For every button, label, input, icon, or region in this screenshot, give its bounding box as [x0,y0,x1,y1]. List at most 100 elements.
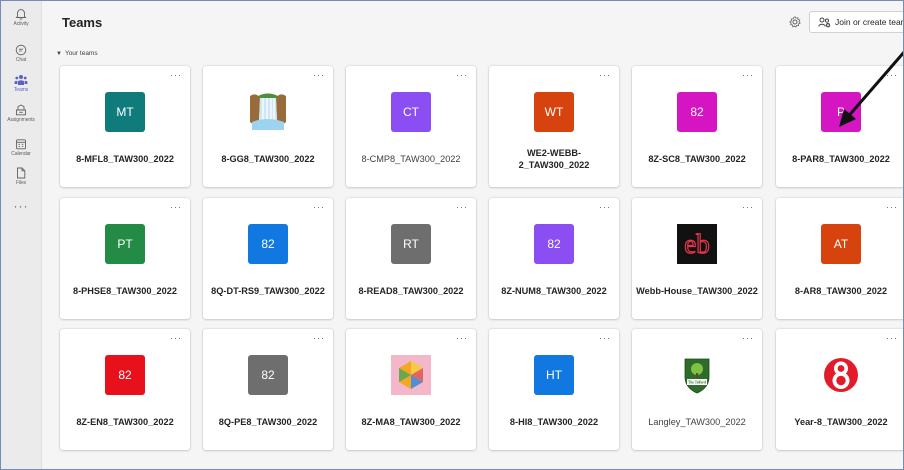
telford-crest: The Telford [677,355,717,395]
team-name: WE2-WEBB-2_TAW300_2022 [518,148,590,170]
team-card[interactable]: ··· Year-8_TAW300_2022 [776,329,903,450]
hexagon-picture [391,355,431,395]
team-name: 8Z-EN8_TAW300_2022 [76,417,174,427]
team-card[interactable]: ··· 82 8Q-DT-RS9_TAW300_2022 [203,198,333,319]
more-options-icon[interactable]: ··· [313,203,325,212]
rail-item-label: Files [15,180,27,186]
assignments-icon [1,104,41,116]
waterfall-picture [248,92,288,132]
more-options-icon[interactable]: ··· [742,334,754,343]
join-button-label: Join or create team [835,17,904,27]
join-or-create-team-button[interactable]: Join or create team [809,11,904,33]
more-options-icon[interactable]: ··· [599,334,611,343]
team-card[interactable]: ··· CT 8-CMP8_TAW300_2022 [346,66,476,187]
team-card[interactable]: ··· HT 8-HI8_TAW300_2022 [489,329,619,450]
team-card[interactable]: ··· AT 8-AR8_TAW300_2022 [776,198,903,319]
team-avatar: P [821,92,861,132]
rail-item-chat[interactable]: Chat [1,44,41,63]
rail-item-label: Chat [15,57,27,63]
team-name: 8-CMP8_TAW300_2022 [361,154,461,164]
more-options-icon[interactable]: ··· [456,71,468,80]
more-apps-button[interactable]: ··· [1,199,41,213]
rail-item-teams[interactable]: Teams [1,74,41,93]
rail-item-label: Activity [13,21,29,27]
more-options-icon[interactable]: ··· [742,71,754,80]
red-eight-logo [821,355,861,395]
teams-main: Teams Join or create team ▼ Your teams ··… [42,1,904,469]
more-options-icon[interactable]: ··· [170,203,182,212]
bell-icon [1,8,41,20]
team-name: Webb-House_TAW300_2022 [636,286,758,296]
team-name: 8-PAR8_TAW300_2022 [792,154,890,164]
team-card[interactable]: ··· 82 8Z-EN8_TAW300_2022 [60,329,190,450]
team-avatar: MT [105,92,145,132]
team-avatar: AT [821,224,861,264]
more-options-icon[interactable]: ··· [886,203,898,212]
team-avatar: WT [534,92,574,132]
more-options-icon[interactable]: ··· [313,334,325,343]
more-options-icon[interactable]: ··· [599,71,611,80]
more-options-icon[interactable]: ··· [886,71,898,80]
team-avatar: PT [105,224,145,264]
team-name: 8-AR8_TAW300_2022 [794,286,888,296]
team-card[interactable]: ··· P 8-PAR8_TAW300_2022 [776,66,903,187]
rail-item-assignments[interactable]: Assignments [1,104,41,123]
your-teams-toggle[interactable]: ▼ Your teams [56,50,98,57]
more-options-icon[interactable]: ··· [599,203,611,212]
team-name: 8-HI8_TAW300_2022 [509,417,599,427]
calendar-icon [1,138,41,150]
rail-item-label: Calendar [11,151,31,157]
team-card[interactable]: ··· The Telford Langley_TAW300_2022 [632,329,762,450]
rail-item-files[interactable]: Files [1,167,41,186]
page-title: Teams [62,15,103,30]
team-card[interactable]: ··· WT WE2-WEBB-2_TAW300_2022 [489,66,619,187]
rail-item-label: Assignments [7,117,35,123]
team-card[interactable]: ··· 82 8Z-SC8_TAW300_2022 [632,66,762,187]
more-options-icon[interactable]: ··· [170,71,182,80]
team-avatar: CT [391,92,431,132]
team-name: 8Q-PE8_TAW300_2022 [218,417,318,427]
section-label: Your teams [64,50,98,57]
eb-logo: eb [677,224,717,264]
team-card[interactable]: ··· 82 8Q-PE8_TAW300_2022 [203,329,333,450]
more-options-icon[interactable]: ··· [456,203,468,212]
svg-text:The Telford: The Telford [688,381,706,385]
team-name: 8Q-DT-RS9_TAW300_2022 [211,286,325,296]
gear-icon[interactable] [789,15,801,33]
file-icon [1,167,41,179]
team-name: 8Z-SC8_TAW300_2022 [648,154,746,164]
more-options-icon[interactable]: ··· [742,203,754,212]
team-card[interactable]: ··· PT 8-PHSE8_TAW300_2022 [60,198,190,319]
app-rail: Activity Chat Teams Assignments Calendar File… [1,1,42,469]
team-avatar: 82 [677,92,717,132]
team-name: Langley_TAW300_2022 [648,417,746,427]
team-card[interactable]: ··· 82 8Z-NUM8_TAW300_2022 [489,198,619,319]
team-card[interactable]: ··· eb Webb-House_TAW300_2022 [632,198,762,319]
chat-icon [1,44,41,56]
team-name: 8-GG8_TAW300_2022 [221,154,315,164]
teams-window: Activity Chat Teams Assignments Calendar File… [0,0,904,470]
team-avatar: 82 [248,224,288,264]
caret-down-icon: ▼ [56,51,62,57]
more-options-icon[interactable]: ··· [456,334,468,343]
more-options-icon[interactable]: ··· [313,71,325,80]
more-options-icon[interactable]: ··· [170,334,182,343]
team-card[interactable]: ··· 8-GG8_TAW300_2022 [203,66,333,187]
team-avatar: 82 [105,355,145,395]
svg-text:eb: eb [684,229,709,259]
more-options-icon[interactable]: ··· [886,334,898,343]
team-avatar: RT [391,224,431,264]
team-card[interactable]: ··· 8Z-MA8_TAW300_2022 [346,329,476,450]
team-card[interactable]: ··· MT 8-MFL8_TAW300_2022 [60,66,190,187]
header-bar: Teams Join or create team [42,1,904,43]
team-name: 8Z-MA8_TAW300_2022 [361,417,461,427]
rail-item-calendar[interactable]: Calendar [1,138,41,157]
rail-item-activity[interactable]: Activity [1,8,41,27]
team-card[interactable]: ··· RT 8-READ8_TAW300_2022 [346,198,476,319]
team-name: 8-READ8_TAW300_2022 [358,286,464,296]
team-avatar: 82 [534,224,574,264]
team-name: 8-MFL8_TAW300_2022 [76,154,174,164]
team-avatar: HT [534,355,574,395]
rail-item-label: Teams [13,87,29,93]
team-name: 8-PHSE8_TAW300_2022 [72,286,177,296]
